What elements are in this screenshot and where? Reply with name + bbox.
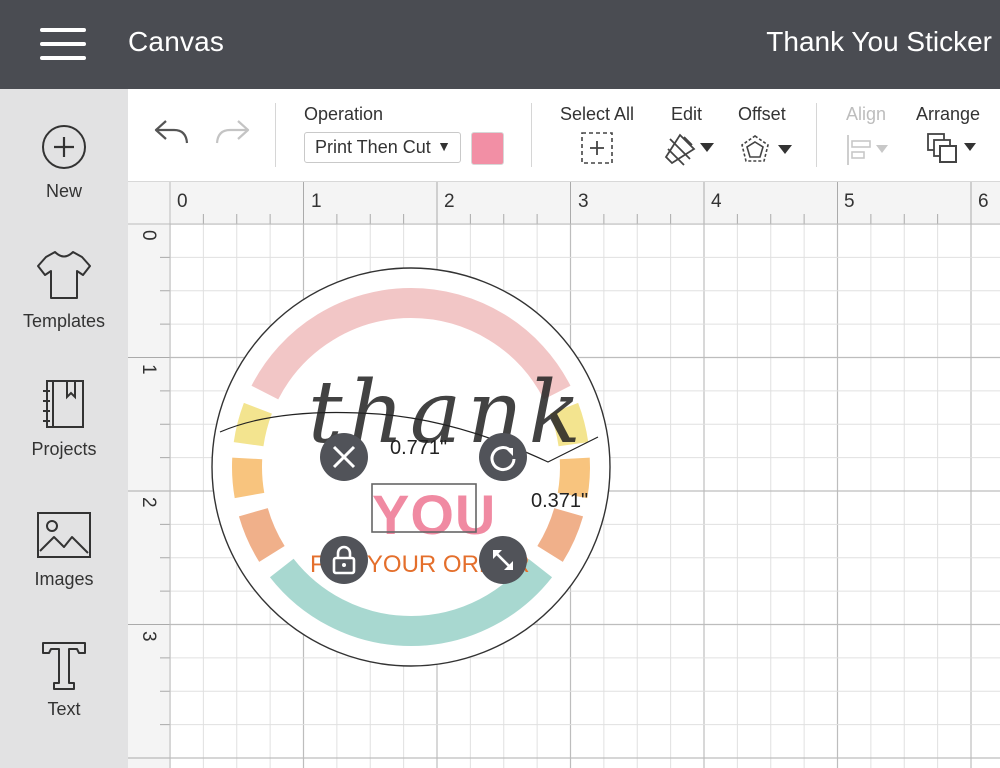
toolbar-divider — [531, 103, 532, 167]
image-icon — [37, 512, 91, 558]
operation-value: Print Then Cut — [315, 137, 431, 157]
ring-segment — [232, 457, 265, 499]
height-dimension-label: 0.371" — [531, 490, 589, 512]
select-all-icon — [581, 132, 613, 164]
project-title: Thank You Sticker — [766, 26, 992, 57]
sidebar-item-text[interactable]: Text — [0, 639, 128, 759]
offset-label: Offset — [738, 104, 786, 124]
main-text: YOU — [372, 483, 496, 546]
toolbar-divider — [275, 103, 276, 167]
resize-icon — [493, 550, 513, 570]
rotate-handle[interactable] — [479, 433, 527, 481]
design-canvas[interactable]: 0 1 2 3 4 5 6 0 1 2 3 thank YOU FOR YOUR… — [128, 182, 1000, 768]
ruler-label-v-0: 0 — [138, 230, 159, 241]
arrange-label: Arrange — [916, 104, 981, 124]
align-button[interactable]: Align — [836, 89, 896, 182]
close-icon — [332, 445, 356, 469]
sidebar-item-label: Projects — [31, 439, 97, 459]
toolbar-divider — [816, 103, 817, 167]
ruler-label-v-3: 3 — [138, 631, 159, 642]
lock-handle[interactable] — [320, 536, 368, 584]
edit-button[interactable]: Edit — [658, 89, 718, 182]
sidebar-item-label: Images — [34, 569, 94, 589]
ruler-label-h-1: 1 — [311, 191, 322, 212]
thank-you-sticker[interactable]: thank YOU FOR YOUR ORDER — [211, 267, 611, 667]
ruler-label-h-0: 0 — [177, 191, 188, 212]
ruler-label-h-3: 3 — [578, 191, 589, 212]
sidebar-item-label: Templates — [22, 311, 106, 331]
color-swatch[interactable] — [471, 132, 504, 165]
ruler-label-h-5: 5 — [844, 191, 855, 212]
app-title: Canvas — [128, 26, 225, 57]
plus-circle-icon — [42, 125, 86, 169]
dropdown-caret-icon: ▼ — [437, 138, 451, 154]
offset-button[interactable]: Offset — [732, 89, 800, 182]
sidebar-item-templates[interactable]: Templates — [0, 249, 128, 369]
tshirt-icon — [37, 251, 91, 299]
left-sidebar: New Templates Projects Images Text — [0, 89, 128, 768]
ruler-label-h-4: 4 — [711, 191, 722, 212]
ring-segment — [238, 507, 285, 562]
pencil-ruler-icon — [664, 133, 714, 166]
sidebar-item-label: New — [45, 181, 82, 201]
width-dimension-label: 0.771" — [390, 437, 448, 459]
ring-segment — [233, 402, 273, 447]
align-icon — [847, 135, 888, 165]
rotate-icon — [490, 446, 516, 472]
resize-handle[interactable] — [479, 536, 527, 584]
align-label: Align — [846, 104, 887, 124]
operation-select[interactable]: Print Then Cut ▼ — [304, 132, 461, 163]
sidebar-item-new[interactable]: New — [0, 125, 128, 245]
redo-arrow-icon[interactable] — [212, 115, 252, 149]
ruler-label-h-2: 2 — [444, 191, 455, 212]
hamburger-menu-icon[interactable] — [40, 28, 86, 60]
arrange-icon — [927, 133, 976, 163]
notebook-icon — [43, 380, 84, 428]
select-all-button[interactable]: Select All — [556, 89, 642, 182]
sidebar-item-images[interactable]: Images — [0, 509, 128, 629]
select-all-label: Select All — [560, 104, 635, 124]
canvas-grid: 0 1 2 3 4 5 6 0 1 2 3 thank YOU FOR YOUR… — [128, 182, 1000, 768]
edit-label: Edit — [671, 104, 703, 124]
arrange-button[interactable]: Arrange — [912, 89, 992, 182]
lock-icon — [332, 545, 356, 575]
offset-icon — [741, 135, 792, 162]
top-bar: Canvas Thank You Sticker — [0, 0, 1000, 89]
sidebar-item-projects[interactable]: Projects — [0, 379, 128, 499]
sidebar-item-label: Text — [47, 699, 81, 719]
text-t-icon — [42, 642, 86, 690]
undo-arrow-icon[interactable] — [152, 115, 192, 149]
ruler-label-v-2: 2 — [138, 497, 159, 508]
ruler-label-v-1: 1 — [138, 364, 159, 375]
ring-segment — [537, 507, 584, 562]
edit-toolbar: Operation Print Then Cut ▼ Select All Ed… — [128, 89, 1000, 182]
ruler-label-h-6: 6 — [978, 191, 989, 212]
delete-handle[interactable] — [320, 433, 368, 481]
operation-label: Operation — [304, 104, 384, 124]
